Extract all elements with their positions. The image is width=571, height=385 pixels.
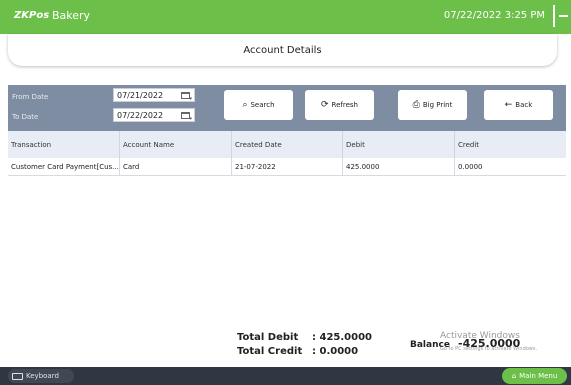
filter-bar: From Date 07/21/2022 ▾ To Date 07/22/202…	[8, 85, 566, 131]
app-title: Bakery	[52, 9, 91, 22]
cell-account-name: Card	[120, 158, 232, 176]
refresh-button-label: Refresh	[331, 101, 358, 109]
home-icon: ⌂	[511, 372, 517, 380]
balance-label: Balance	[410, 340, 450, 350]
from-date-input[interactable]: 07/21/2022 ▾	[113, 88, 195, 102]
cell-created-date: 21-07-2022	[232, 158, 343, 176]
bottom-bar: Keyboard ⌂ Main Menu	[0, 367, 571, 385]
total-debit-label: Total Debit	[237, 332, 299, 343]
big-print-button-label: Big Print	[422, 101, 453, 109]
from-date-label: From Date	[12, 93, 49, 101]
table-row[interactable]: Customer Card Payment[Cus... Card 21-07-…	[8, 158, 566, 176]
back-button[interactable]: ← Back	[484, 90, 553, 120]
brand-logo: ZKPos	[14, 10, 50, 21]
to-date-label: To Date	[12, 113, 39, 121]
total-debit-value: : 425.0000	[312, 332, 372, 343]
cell-credit: 0.0000	[458, 163, 483, 171]
big-print-button[interactable]: ⎙ Big Print	[398, 90, 467, 120]
total-credit-value: : 0.0000	[312, 346, 359, 357]
refresh-icon: ⟳	[321, 100, 329, 110]
minimize-button[interactable]	[553, 5, 571, 27]
table-header: Transaction Account Name Created Date De…	[8, 131, 566, 158]
keyboard-button-label: Keyboard	[26, 372, 59, 380]
search-icon: ⌕	[242, 100, 248, 110]
refresh-button[interactable]: ⟳ Refresh	[305, 90, 374, 120]
balance-value: -425.0000	[458, 337, 521, 350]
print-icon: ⎙	[412, 100, 420, 110]
top-bar: ZKPos Bakery 07/22/2022 3:25 PM	[0, 0, 571, 34]
cell-transaction: Customer Card Payment[Cus...	[8, 158, 120, 176]
column-header-credit[interactable]: Credit	[455, 131, 566, 158]
search-button[interactable]: ⌕ Search	[224, 90, 293, 120]
to-date-input[interactable]: 07/22/2022 ▾	[113, 108, 195, 122]
main-menu-label: Main Menu	[519, 372, 558, 380]
column-header-transaction[interactable]: Transaction	[8, 131, 120, 158]
from-date-value: 07/21/2022	[117, 91, 164, 100]
search-button-label: Search	[250, 101, 275, 109]
cell-debit: 425.0000	[343, 158, 455, 176]
column-header-account-name[interactable]: Account Name	[120, 131, 232, 158]
page-header: Account Details	[8, 34, 557, 66]
keyboard-button[interactable]: Keyboard	[8, 369, 74, 383]
calendar-icon[interactable]: ▾	[181, 92, 192, 102]
datetime-display: 07/22/2022 3:25 PM	[443, 10, 545, 21]
calendar-icon[interactable]: ▾	[181, 112, 192, 122]
column-header-created-date[interactable]: Created Date	[232, 131, 343, 158]
keyboard-icon	[12, 372, 23, 380]
column-header-debit[interactable]: Debit	[343, 131, 455, 158]
main-menu-button[interactable]: ⌂ Main Menu	[502, 368, 567, 384]
back-button-label: Back	[515, 101, 533, 109]
page-title: Account Details	[243, 45, 322, 56]
total-credit-label: Total Credit	[237, 346, 303, 357]
to-date-value: 07/22/2022	[117, 111, 164, 120]
back-arrow-icon: ←	[504, 100, 513, 110]
